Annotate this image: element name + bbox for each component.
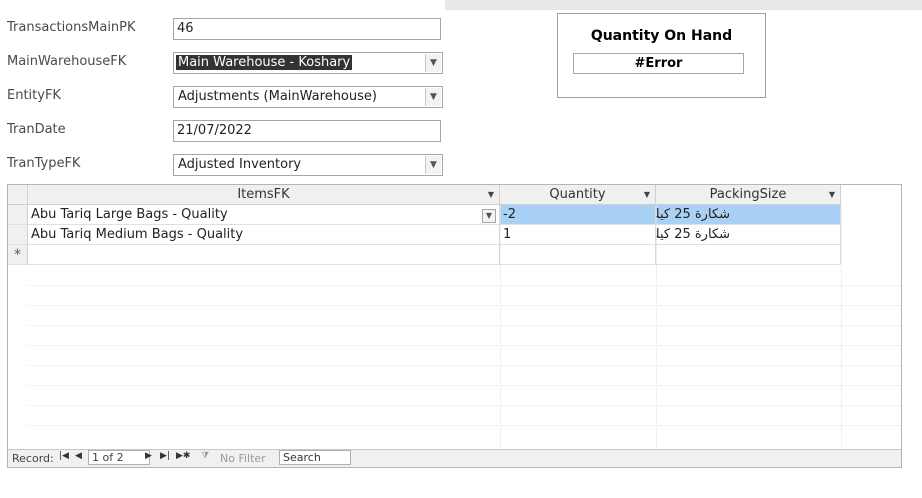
quantity-on-hand-title: Quantity On Hand	[590, 28, 733, 44]
new-record-icon[interactable]: ▶✱	[176, 451, 190, 461]
column-header-itemsfk[interactable]: ItemsFK ▼	[28, 185, 500, 205]
label-tran-type-fk: TranTypeFK	[7, 156, 81, 171]
label-main-warehouse-fk: MainWarehouseFK	[7, 54, 127, 69]
next-record-icon[interactable]: ▶	[145, 451, 152, 461]
table-cell-item[interactable]: Abu Tariq Medium Bags - Quality	[28, 225, 500, 245]
grid-line	[28, 285, 901, 286]
column-header-label: Quantity	[549, 187, 606, 202]
last-record-icon[interactable]: ▶|	[160, 451, 170, 461]
grid-line	[28, 385, 901, 386]
main-warehouse-combo[interactable]: Main Warehouse - Koshary ▼	[173, 52, 443, 74]
first-record-icon[interactable]: |◀	[59, 451, 69, 461]
grid-line	[841, 205, 842, 450]
column-header-quantity[interactable]: Quantity ▼	[500, 185, 656, 205]
select-all-corner[interactable]	[8, 185, 28, 205]
column-header-packingsize[interactable]: PackingSize ▼	[656, 185, 841, 205]
tran-type-combo[interactable]: Adjusted Inventory ▼	[173, 154, 443, 176]
entity-value: Adjustments (MainWarehouse)	[178, 89, 377, 104]
tran-date-field[interactable]: 21/07/2022	[173, 120, 441, 142]
quantity-on-hand-value: #Error	[573, 53, 744, 74]
chevron-down-icon[interactable]: ▼	[482, 209, 496, 223]
top-strip-shade	[445, 0, 922, 10]
record-label: Record:	[12, 452, 54, 465]
grid-line	[500, 205, 501, 450]
new-row-cell[interactable]	[656, 245, 841, 265]
label-entity-fk: EntityFK	[7, 88, 61, 103]
no-filter-button[interactable]: No Filter	[220, 452, 266, 465]
grid-line	[656, 205, 657, 450]
tran-type-value: Adjusted Inventory	[178, 157, 302, 172]
label-transactions-main-pk: TransactionsMainPK	[7, 20, 136, 35]
row-selector[interactable]	[8, 225, 28, 245]
table-cell-item[interactable]: Abu Tariq Large Bags - Quality	[28, 205, 500, 225]
previous-record-icon[interactable]: ◀	[75, 451, 82, 461]
chevron-down-icon[interactable]: ▼	[425, 54, 441, 72]
search-input[interactable]: Search	[279, 450, 351, 465]
new-row-cell[interactable]	[500, 245, 656, 265]
new-row-cell[interactable]	[28, 245, 500, 265]
column-header-label: ItemsFK	[237, 187, 290, 202]
label-tran-date: TranDate	[7, 122, 66, 137]
filter-icon[interactable]: ⧩	[201, 451, 209, 461]
cell-text: Abu Tariq Large Bags - Quality	[31, 207, 228, 222]
transactions-main-pk-field[interactable]: 46	[173, 18, 441, 40]
table-cell-quantity[interactable]: 1	[500, 225, 656, 245]
table-cell-packing[interactable]: شكارة 25 كيلو	[656, 225, 841, 245]
main-warehouse-value: Main Warehouse - Koshary	[176, 55, 353, 70]
table-cell-quantity[interactable]: -2	[500, 205, 656, 225]
row-selector[interactable]	[8, 205, 28, 225]
table-cell-packing[interactable]: شكارة 25 كيلو	[656, 205, 841, 225]
sort-arrow-icon[interactable]: ▼	[488, 185, 494, 205]
chevron-down-icon[interactable]: ▼	[425, 88, 441, 106]
grid-line	[28, 325, 901, 326]
quantity-on-hand-panel: Quantity On Hand #Error	[557, 13, 766, 98]
grid-line	[28, 365, 901, 366]
chevron-down-icon[interactable]: ▼	[425, 156, 441, 174]
entity-combo[interactable]: Adjustments (MainWarehouse) ▼	[173, 86, 443, 108]
record-navigation-bar: Record: |◀ ◀ 1 of 2 ▶ ▶| ▶✱ ⧩ No Filter …	[8, 449, 901, 467]
new-row-marker[interactable]: *	[8, 245, 28, 265]
grid-line	[28, 305, 901, 306]
transactions-datasheet: ItemsFK ▼ Quantity ▼ PackingSize ▼ Abu T…	[7, 184, 902, 468]
current-record-field[interactable]: 1 of 2	[88, 450, 150, 465]
sort-arrow-icon[interactable]: ▼	[644, 185, 650, 205]
sort-arrow-icon[interactable]: ▼	[829, 185, 835, 205]
grid-line	[28, 425, 901, 426]
grid-line	[28, 405, 901, 406]
grid-line	[28, 345, 901, 346]
column-header-label: PackingSize	[709, 187, 787, 202]
